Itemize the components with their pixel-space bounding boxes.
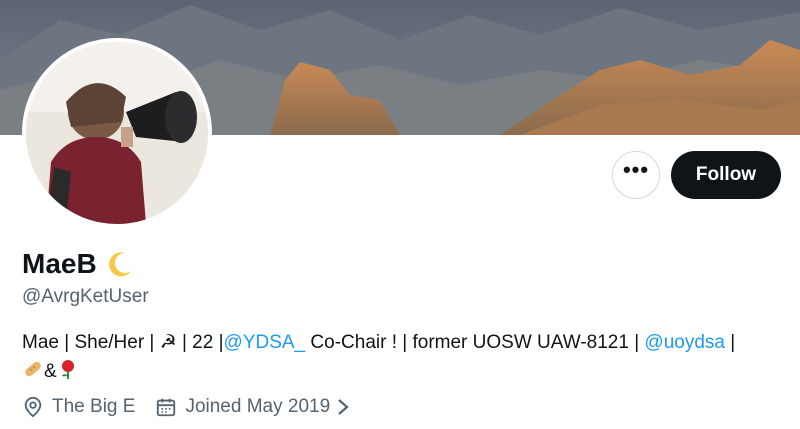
calendar-icon <box>157 398 176 417</box>
joined-item[interactable]: Joined May 2019 <box>155 396 358 418</box>
profile-avatar[interactable] <box>22 38 212 228</box>
joined-text: Joined May 2019 <box>185 396 331 417</box>
location-text: The Big E <box>52 396 136 417</box>
bio-text-2: Co-Chair ! | former UOSW UAW-8121 | <box>305 332 640 353</box>
profile-bio: Mae | She/Her | ☭ | 22 |@YDSA_ Co-Chair … <box>22 328 782 386</box>
display-name: MaeB <box>22 248 97 279</box>
bio-text-1: Mae | She/Her | ☭ | 22 | <box>22 332 224 353</box>
bio-text-3: | <box>724 332 736 353</box>
bio-mention-ydsa[interactable]: @YDSA_ <box>224 332 306 353</box>
chevron-right-icon <box>338 399 349 415</box>
location-item: The Big E <box>22 396 135 418</box>
ellipsis-icon: ••• <box>622 157 650 182</box>
more-options-button[interactable]: ••• <box>612 151 660 199</box>
profile-meta-row: The Big E Joined May 2019 <box>22 396 358 418</box>
location-pin-icon <box>24 396 42 418</box>
rose-icon <box>61 360 74 379</box>
crescent-moon-icon <box>108 252 131 277</box>
bio-text-4: & <box>44 361 57 382</box>
bread-icon <box>25 361 41 377</box>
follow-button[interactable]: Follow <box>671 151 781 199</box>
name-row: MaeB <box>22 248 135 280</box>
bio-mention-uoydsa[interactable]: @uoydsa <box>644 332 725 353</box>
user-handle: @AvrgKetUser <box>22 286 149 307</box>
avatar-photo <box>26 42 208 224</box>
